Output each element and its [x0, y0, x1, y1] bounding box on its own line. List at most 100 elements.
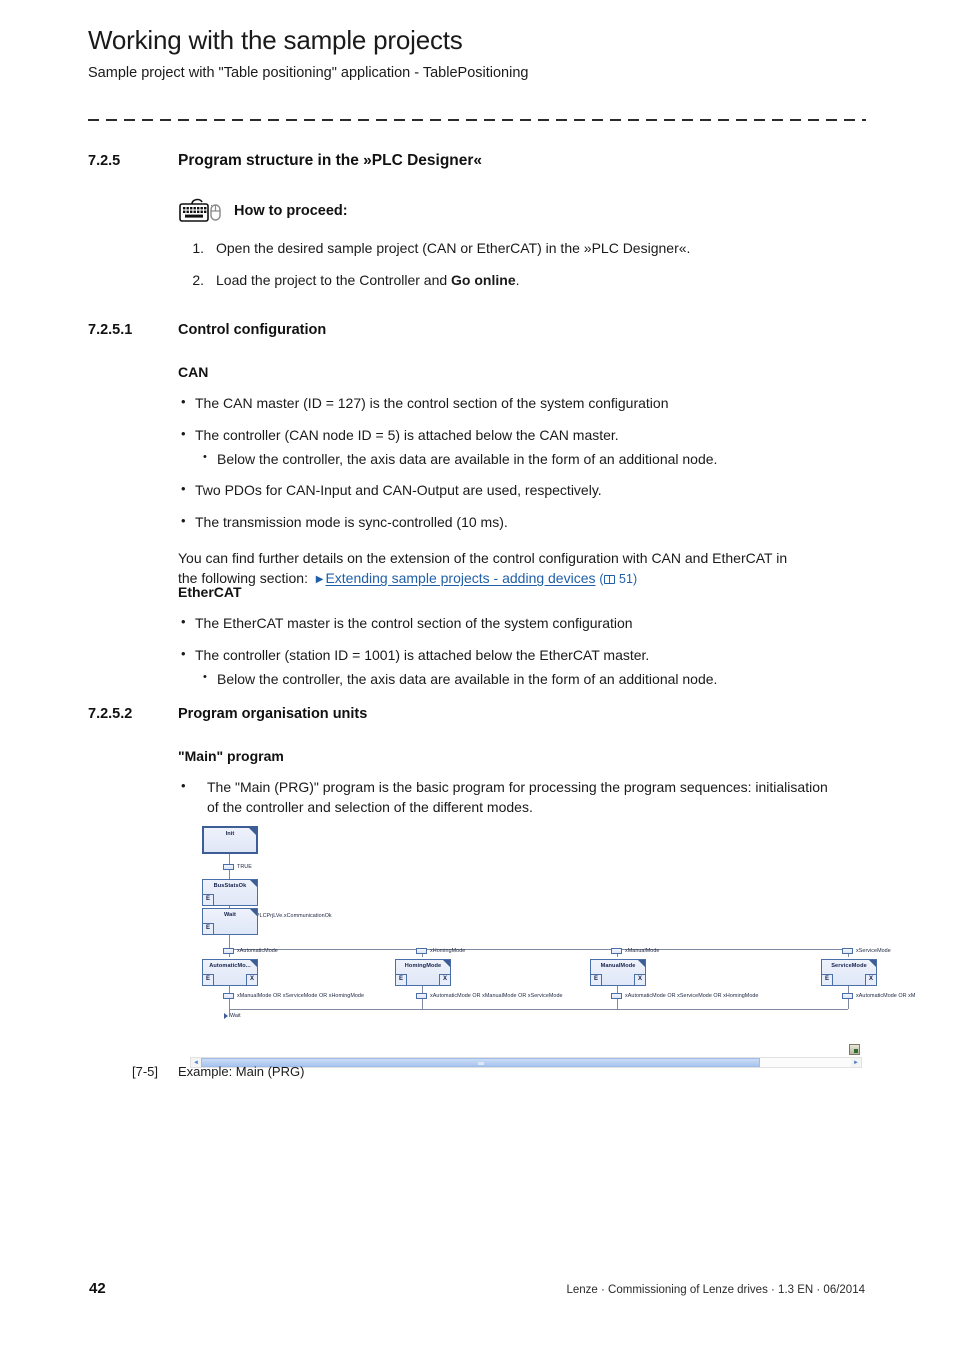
section-heading-7251: 7.2.5.1 Control configuration — [88, 322, 326, 338]
how-to-proceed-label: How to proceed: — [234, 203, 348, 219]
step-number: 2. — [192, 271, 204, 288]
step-flag-e[interactable]: E — [396, 974, 407, 985]
transition-bar-icon — [416, 948, 427, 954]
figure-caption: [7-5] Example: Main (PRG) — [132, 1064, 304, 1079]
ethercat-bullet-list: The EtherCAT master is the control secti… — [178, 613, 878, 689]
list-item: The CAN master (ID = 127) is the control… — [178, 393, 878, 413]
step-flag-e[interactable]: E — [591, 974, 602, 985]
can-bullet-list: The CAN master (ID = 127) is the control… — [178, 393, 878, 532]
step-flag-e[interactable]: E — [203, 894, 214, 905]
list-item: The controller (CAN node ID = 5) is atta… — [178, 425, 878, 445]
section-title: Control configuration — [178, 322, 327, 338]
step-text-lead: Load the project to the Controller and — [216, 271, 452, 288]
can-heading: CAN — [178, 364, 209, 380]
step-text: Load the project to the Controller and G… — [216, 271, 520, 290]
step-text-tail: . — [515, 271, 520, 288]
sfc-transition-label: xManualMode OR xServiceMode OR xHomingMo… — [237, 993, 365, 999]
footer-page-number: 42 — [89, 1280, 106, 1297]
sfc-connector — [617, 999, 618, 1009]
sfc-jump-wait[interactable]: Wait — [224, 1013, 241, 1019]
sfc-transition-xautomaticmode[interactable]: xAutomaticMode — [223, 948, 278, 954]
how-to-proceed-steps: 1. Open the desired sample project (CAN … — [178, 239, 878, 290]
section-title: Program organisation units — [178, 706, 368, 722]
sfc-step-busstatsok[interactable]: BusStatsOk E — [202, 879, 258, 906]
sfc-transition-label: xAutomaticMode — [237, 948, 278, 954]
sfc-transition-label: xServiceMode — [856, 948, 891, 954]
sfc-step-label: HomingMode — [404, 963, 442, 969]
section-title: Program structure in the »PLC Designer« — [178, 152, 483, 169]
diagram-tool-icon[interactable] — [849, 1044, 860, 1055]
sfc-transition-label: xHomingMode — [430, 948, 466, 954]
sfc-diagram-figure: Init TRUE BusStatsOk E L_SMI1PLCPrjLVe.x… — [190, 823, 915, 1068]
sfc-step-init[interactable]: Init — [202, 826, 258, 854]
sfc-step-label: Init — [225, 831, 235, 837]
page-title: Working with the sample projects — [88, 25, 463, 55]
list-item: The "Main (PRG)" program is the basic pr… — [178, 777, 838, 817]
step-number: 1. — [192, 240, 204, 256]
list-item: The transmission mode is sync-controlled… — [178, 512, 878, 532]
sfc-step-homingmode[interactable]: HomingMode E X — [395, 959, 451, 986]
section-heading-725: 7.2.5 Program structure in the »PLC Desi… — [88, 152, 482, 170]
step-flag-x[interactable]: X — [246, 974, 257, 985]
sfc-transition-label: xAutomaticMode OR xManualMode OR xServic… — [430, 993, 563, 999]
sfc-connector — [229, 935, 230, 949]
step-text: Open the desired sample project (CAN or … — [216, 240, 691, 256]
xref-paragraph-line1: You can find further details on the exte… — [178, 549, 788, 566]
transition-bar-icon — [611, 948, 622, 954]
step-flag-x[interactable]: X — [439, 974, 450, 985]
step-flag-e[interactable]: E — [203, 974, 214, 985]
ethercat-heading: EtherCAT — [178, 584, 242, 600]
sfc-step-manualmode[interactable]: ManualMode E X — [590, 959, 646, 986]
sfc-canvas[interactable]: Init TRUE BusStatsOk E L_SMI1PLCPrjLVe.x… — [190, 823, 915, 1068]
step-flag-e[interactable]: E — [822, 974, 833, 985]
step-flag-e[interactable]: E — [203, 923, 214, 934]
main-program-block: "Main" program The "Main (PRG)" program … — [178, 746, 838, 817]
section-heading-7252: 7.2.5.2 Program organisation units — [88, 706, 367, 722]
sfc-transition-exit-automatic[interactable]: xManualMode OR xServiceMode OR xHomingMo… — [223, 993, 364, 999]
list-item: Two PDOs for CAN-Input and CAN-Output ar… — [178, 480, 878, 500]
sfc-transition-xhomingmode[interactable]: xHomingMode — [416, 948, 465, 954]
sfc-transition-true[interactable]: TRUE — [223, 864, 252, 870]
document-page: Working with the sample projects Sample … — [0, 0, 954, 1350]
sfc-transition-xmanualmode[interactable]: xManualMode — [611, 948, 659, 954]
page-subtitle: Sample project with "Table positioning" … — [88, 64, 529, 81]
sfc-jump-label: Wait — [230, 1013, 241, 1019]
list-item: The controller (station ID = 1001) is at… — [178, 645, 878, 665]
sfc-transition-label: xManualMode — [625, 948, 660, 954]
how-to-proceed-block: How to proceed: 1. Open the desired samp… — [178, 196, 878, 290]
sfc-transition-label: xAutomaticMode OR xServiceMode OR xHomin… — [625, 993, 759, 999]
step-flag-x[interactable]: X — [865, 974, 876, 985]
sfc-transition-exit-manual[interactable]: xAutomaticMode OR xServiceMode OR xHomin… — [611, 993, 758, 999]
sfc-convergence-line — [229, 1009, 848, 1010]
sfc-connector — [229, 999, 230, 1009]
sfc-transition-exit-service[interactable]: xAutomaticMode OR xM — [842, 993, 915, 999]
sfc-step-automaticmode[interactable]: AutomaticMo... E X — [202, 959, 258, 986]
sfc-step-servicemode[interactable]: ServiceMode E X — [821, 959, 877, 986]
page-header: Working with the sample projects Sample … — [88, 25, 866, 82]
footer-text: Lenze · Commissioning of Lenze drives · … — [566, 1284, 865, 1296]
sfc-step-label: BusStatsOk — [213, 883, 247, 889]
step-flag-x[interactable]: X — [634, 974, 645, 985]
list-item: 2. Load the project to the Controller an… — [178, 271, 878, 290]
section-number: 7.2.5.1 — [88, 322, 133, 338]
sfc-transition-exit-homing[interactable]: xAutomaticMode OR xManualMode OR xServic… — [416, 993, 563, 999]
list-item: Below the controller, the axis data are … — [178, 450, 878, 469]
scroll-right-arrow-icon[interactable]: ► — [851, 1058, 861, 1067]
how-to-proceed-heading: How to proceed: — [178, 196, 878, 226]
list-item: Below the controller, the axis data are … — [178, 670, 878, 689]
sfc-transition-xservicemode[interactable]: xServiceMode — [842, 948, 891, 954]
figure-number: [7-5] — [132, 1064, 159, 1079]
sfc-transition-label: TRUE — [237, 864, 252, 870]
jump-arrow-icon — [224, 1013, 228, 1019]
sfc-step-label: ServiceMode — [831, 963, 867, 969]
sfc-step-wait[interactable]: Wait E — [202, 908, 258, 935]
can-block: CAN The CAN master (ID = 127) is the con… — [178, 362, 878, 588]
figure-caption-text: Example: Main (PRG) — [178, 1064, 305, 1079]
section-number: 7.2.5.2 — [88, 706, 133, 722]
section-number: 7.2.5 — [88, 153, 121, 169]
sfc-transition-label: xAutomaticMode OR xM — [856, 993, 916, 999]
main-program-heading: "Main" program — [178, 748, 284, 764]
keyboard-mouse-icon — [178, 196, 224, 226]
list-item: The EtherCAT master is the control secti… — [178, 613, 878, 633]
main-program-bullet-list: The "Main (PRG)" program is the basic pr… — [178, 777, 838, 817]
